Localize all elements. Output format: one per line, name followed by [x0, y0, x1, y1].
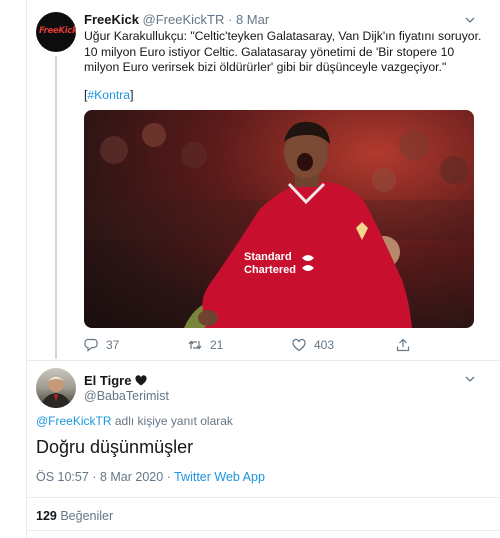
likes-count: 129: [36, 509, 57, 523]
reply-date[interactable]: 8 Mar 2020: [100, 470, 163, 484]
chevron-down-icon[interactable]: [465, 15, 475, 25]
chevron-down-icon[interactable]: [465, 374, 475, 384]
retweet-action[interactable]: 21: [188, 338, 223, 352]
reply-source-link[interactable]: Twitter Web App: [174, 470, 265, 484]
jersey-sponsor-line2: Chartered: [244, 264, 296, 276]
reply-author-name[interactable]: El Tigre: [84, 373, 131, 388]
reply-count: 37: [106, 338, 120, 352]
hashtag-link[interactable]: #Kontra: [87, 88, 130, 102]
retweet-icon: [188, 340, 202, 350]
reply-action[interactable]: 37: [84, 338, 119, 352]
share-action[interactable]: [396, 338, 418, 352]
eltigre-avatar[interactable]: [36, 368, 76, 408]
like-count: 403: [314, 338, 335, 352]
reply-author-handle[interactable]: @BabaTerimist: [84, 389, 169, 403]
replying-to: @FreeKickTR adlı kişiye yanıt olarak: [36, 414, 233, 428]
retweet-count: 21: [210, 338, 224, 352]
freekick-avatar[interactable]: FreeKick: [36, 12, 76, 52]
thread-connector-line: [55, 56, 57, 359]
jersey-sponsor-line1: Standard: [244, 251, 292, 263]
tweet-text-line: Uğur Karakullukçu: "Celtic'teyken Galata…: [84, 29, 482, 43]
tweet-text: Uğur Karakullukçu: "Celtic'teyken Galata…: [84, 29, 482, 76]
likes-label: Beğeniler: [60, 509, 114, 523]
author-name[interactable]: FreeKick: [84, 12, 139, 27]
reply-icon: [84, 338, 98, 352]
reply-author: El Tigre: [84, 373, 147, 388]
tweet-date[interactable]: 8 Mar: [236, 12, 269, 27]
divider: [26, 360, 500, 361]
author-handle[interactable]: @FreeKickTR: [143, 12, 225, 27]
black-heart-icon: [135, 375, 147, 386]
tweet-text-line: milyon Euro verirsek bizi öldürürler' gi…: [84, 60, 447, 74]
divider: [26, 530, 500, 531]
meta-separator: ·: [166, 470, 171, 484]
hashtag-bracket-close: ]: [130, 88, 134, 102]
tweet-header: FreeKick @FreeKickTR · 8 Mar: [84, 12, 269, 27]
tweet-text-line: 10 milyon Euro istiyor Celtic. Galatasar…: [84, 44, 455, 59]
like-action[interactable]: 403: [292, 338, 334, 352]
replying-to-link[interactable]: @FreeKickTR: [36, 414, 112, 428]
divider: [26, 497, 500, 498]
like-icon: [292, 338, 306, 352]
reply-metadata: ÖS 10:57 · 8 Mar 2020 · Twitter Web App: [36, 470, 265, 484]
share-icon: [396, 338, 410, 352]
meta-separator: ·: [92, 470, 97, 484]
hashtag-line: [#Kontra]: [84, 88, 133, 102]
tweet-photo[interactable]: 2 Standard Chartered: [84, 110, 474, 328]
replying-to-suffix: adlı kişiye yanıt olarak: [114, 414, 233, 428]
tweet-actions: 37 21 403: [84, 338, 474, 354]
likes-summary[interactable]: 129 Beğeniler: [36, 509, 113, 523]
reply-time[interactable]: ÖS 10:57: [36, 470, 89, 484]
reply-text: Doğru düşünmüşler: [36, 437, 194, 457]
freekick-logo-text: FreeKick: [39, 26, 76, 36]
header-separator: ·: [228, 12, 233, 27]
